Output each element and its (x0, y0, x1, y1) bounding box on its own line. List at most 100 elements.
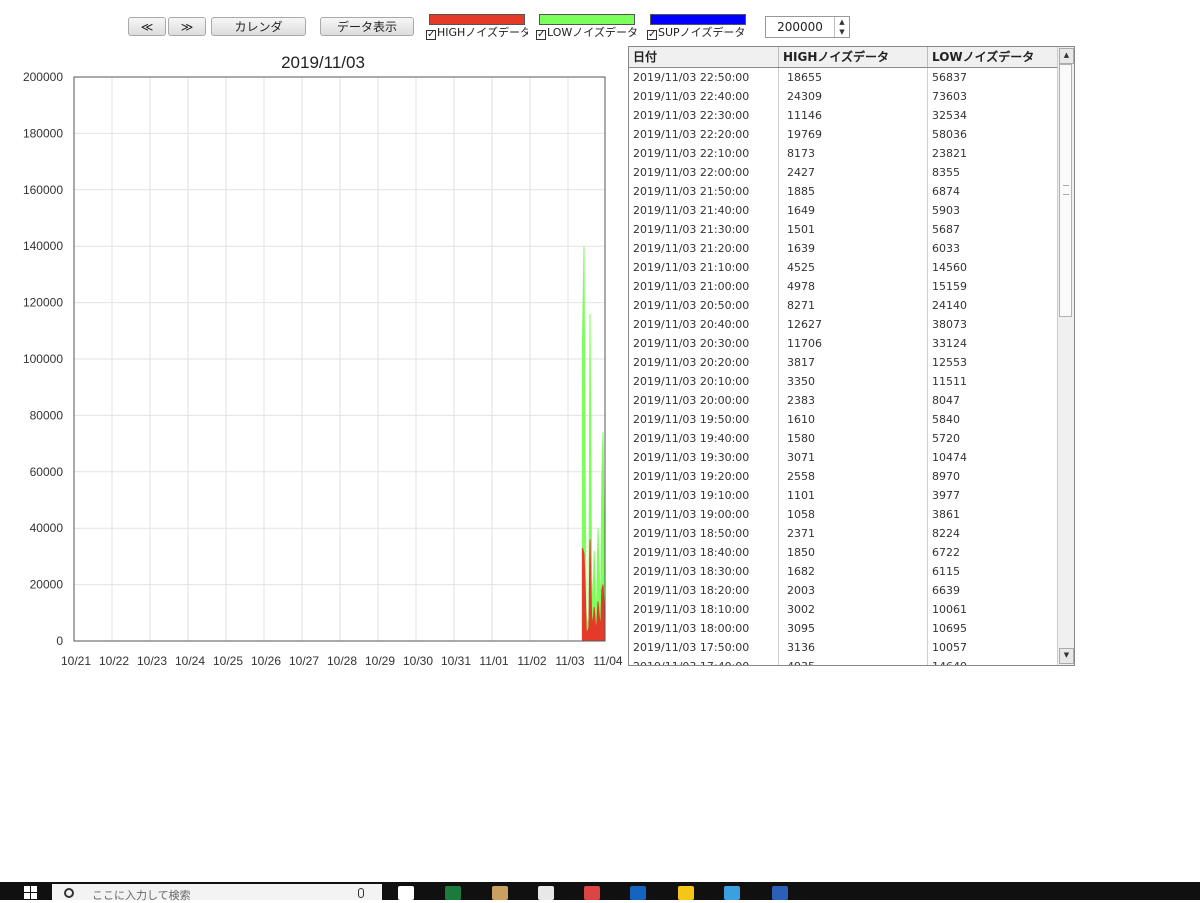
table-row[interactable]: 2019/11/03 20:00:00 2383 8047 (629, 391, 1059, 410)
cell-high: 2558 (787, 470, 815, 483)
cell-high: 11706 (787, 337, 822, 350)
chrome-icon[interactable] (584, 886, 600, 900)
table-row[interactable]: 2019/11/03 18:00:00 3095 10695 (629, 619, 1059, 638)
table-row[interactable]: 2019/11/03 21:20:00 1639 6033 (629, 239, 1059, 258)
cell-date: 2019/11/03 20:10:00 (633, 375, 750, 388)
cell-date: 2019/11/03 18:20:00 (633, 584, 750, 597)
cell-low: 6722 (932, 546, 960, 559)
table-row[interactable]: 2019/11/03 20:10:00 3350 11511 (629, 372, 1059, 391)
table-row[interactable]: 2019/11/03 21:30:00 1501 5687 (629, 220, 1059, 239)
header-high[interactable]: HIGHノイズデータ (779, 47, 928, 67)
table-row[interactable]: 2019/11/03 19:30:00 3071 10474 (629, 448, 1059, 467)
spinner-arrows[interactable]: ▲ ▼ (834, 17, 849, 37)
word-icon[interactable] (772, 886, 788, 900)
table-row[interactable]: 2019/11/03 20:20:00 3817 12553 (629, 353, 1059, 372)
table-row[interactable]: 2019/11/03 20:50:00 8271 24140 (629, 296, 1059, 315)
spinner-up-icon[interactable]: ▲ (835, 17, 849, 27)
header-low[interactable]: LOWノイズデータ (928, 47, 1059, 67)
next-button[interactable]: ≫ (168, 17, 206, 36)
table-row[interactable]: 2019/11/03 19:20:00 2558 8970 (629, 467, 1059, 486)
table-row[interactable]: 2019/11/03 18:10:00 3002 10061 (629, 600, 1059, 619)
table-row[interactable]: 2019/11/03 18:40:00 1850 6722 (629, 543, 1059, 562)
cell-date: 2019/11/03 18:30:00 (633, 565, 750, 578)
scroll-thumb[interactable] (1059, 64, 1072, 317)
prev-button[interactable]: ≪ (128, 17, 166, 36)
table-row[interactable]: 2019/11/03 22:00:00 2427 8355 (629, 163, 1059, 182)
outlook-icon[interactable] (630, 886, 646, 900)
cell-date: 2019/11/03 22:00:00 (633, 166, 750, 179)
task-view-icon[interactable] (398, 886, 414, 900)
cell-low: 73603 (932, 90, 967, 103)
table-row[interactable]: 2019/11/03 22:50:00 18655 56837 (629, 68, 1059, 87)
y-tick-label: 80000 (30, 408, 64, 422)
table-row[interactable]: 2019/11/03 19:40:00 1580 5720 (629, 429, 1059, 448)
excel-icon[interactable] (445, 886, 461, 900)
table-scrollbar[interactable]: ▲ ▼ (1057, 47, 1074, 665)
cell-high: 3002 (787, 603, 815, 616)
table-row[interactable]: 2019/11/03 18:30:00 1682 6115 (629, 562, 1059, 581)
paint-icon[interactable] (492, 886, 508, 900)
low-series-checkbox[interactable]: ✓ LOWノイズデータ (536, 26, 638, 40)
x-tick-label: 11/01 (479, 654, 508, 668)
ie-icon[interactable] (724, 886, 740, 900)
cell-high: 24309 (787, 90, 822, 103)
table-row[interactable]: 2019/11/03 19:10:00 1101 3977 (629, 486, 1059, 505)
calendar-button[interactable]: カレンダ (211, 17, 306, 36)
data-table[interactable]: 日付 HIGHノイズデータ LOWノイズデータ 2019/11/03 22:50… (628, 46, 1075, 666)
microphone-icon[interactable] (358, 888, 364, 898)
table-row[interactable]: 2019/11/03 19:00:00 1058 3861 (629, 505, 1059, 524)
cell-high: 19769 (787, 128, 822, 141)
taskbar-search-box[interactable]: ここに入力して検索 (52, 884, 382, 902)
table-row[interactable]: 2019/11/03 22:30:00 11146 32534 (629, 106, 1059, 125)
high-series-checkbox[interactable]: ✓ HIGHノイズデータ (426, 26, 528, 40)
cell-low: 8047 (932, 394, 960, 407)
x-tick-label: 11/02 (517, 654, 546, 668)
table-rows: 2019/11/03 22:50:00 18655 56837 2019/11/03 … (629, 68, 1059, 665)
scroll-up-icon[interactable]: ▲ (1059, 48, 1074, 64)
cell-low: 8970 (932, 470, 960, 483)
header-date[interactable]: 日付 (629, 47, 779, 67)
cell-low: 8224 (932, 527, 960, 540)
table-row[interactable]: 2019/11/03 20:40:00 12627 38073 (629, 315, 1059, 334)
low-series-swatch (539, 14, 635, 25)
x-tick-label: 10/26 (251, 654, 281, 668)
scroll-down-icon[interactable]: ▼ (1059, 648, 1074, 664)
spinner-down-icon[interactable]: ▼ (835, 27, 849, 37)
max-value-spinner[interactable]: 200000 ▲ ▼ (765, 16, 850, 38)
table-row[interactable]: 2019/11/03 19:50:00 1610 5840 (629, 410, 1059, 429)
table-row[interactable]: 2019/11/03 18:20:00 2003 6639 (629, 581, 1059, 600)
cell-low: 5720 (932, 432, 960, 445)
table-row[interactable]: 2019/11/03 22:20:00 19769 58036 (629, 125, 1059, 144)
windows-start-icon[interactable] (24, 886, 38, 900)
cell-high: 2371 (787, 527, 815, 540)
folder-icon[interactable] (678, 886, 694, 900)
table-row[interactable]: 2019/11/03 21:50:00 1885 6874 (629, 182, 1059, 201)
cell-date: 2019/11/03 17:40:00 (633, 657, 749, 665)
table-row[interactable]: 2019/11/03 18:50:00 2371 8224 (629, 524, 1059, 543)
grip-icon (1063, 185, 1069, 195)
high-series-label: HIGHノイズデータ (437, 26, 528, 39)
table-header: 日付 HIGHノイズデータ LOWノイズデータ (629, 47, 1059, 68)
table-row[interactable]: 2019/11/03 17:50:00 3136 10057 (629, 638, 1059, 657)
cell-low: 11511 (932, 375, 967, 388)
max-value-input[interactable]: 200000 (766, 17, 834, 37)
cell-low: 8355 (932, 166, 960, 179)
cell-high: 1058 (787, 508, 815, 521)
table-row[interactable]: 2019/11/03 20:30:00 11706 33124 (629, 334, 1059, 353)
table-row[interactable]: 2019/11/03 17:40:00 4935 14640 (629, 657, 1059, 665)
cell-date: 2019/11/03 21:20:00 (633, 242, 750, 255)
table-row[interactable]: 2019/11/03 21:10:00 4525 14560 (629, 258, 1059, 277)
table-row[interactable]: 2019/11/03 21:40:00 1649 5903 (629, 201, 1059, 220)
table-row[interactable]: 2019/11/03 22:10:00 8173 23821 (629, 144, 1059, 163)
cell-date: 2019/11/03 20:50:00 (633, 299, 750, 312)
cell-date: 2019/11/03 19:40:00 (633, 432, 750, 445)
show-data-button[interactable]: データ表示 (320, 17, 414, 36)
table-row[interactable]: 2019/11/03 22:40:00 24309 73603 (629, 87, 1059, 106)
x-tick-label: 10/22 (99, 654, 129, 668)
y-tick-label: 0 (56, 634, 63, 648)
sup-series-checkbox[interactable]: ✓ SUPノイズデータ (647, 26, 751, 40)
cell-low: 6115 (932, 565, 960, 578)
x-tick-label: 10/31 (441, 654, 471, 668)
table-row[interactable]: 2019/11/03 21:00:00 4978 15159 (629, 277, 1059, 296)
store-icon[interactable] (538, 886, 554, 900)
